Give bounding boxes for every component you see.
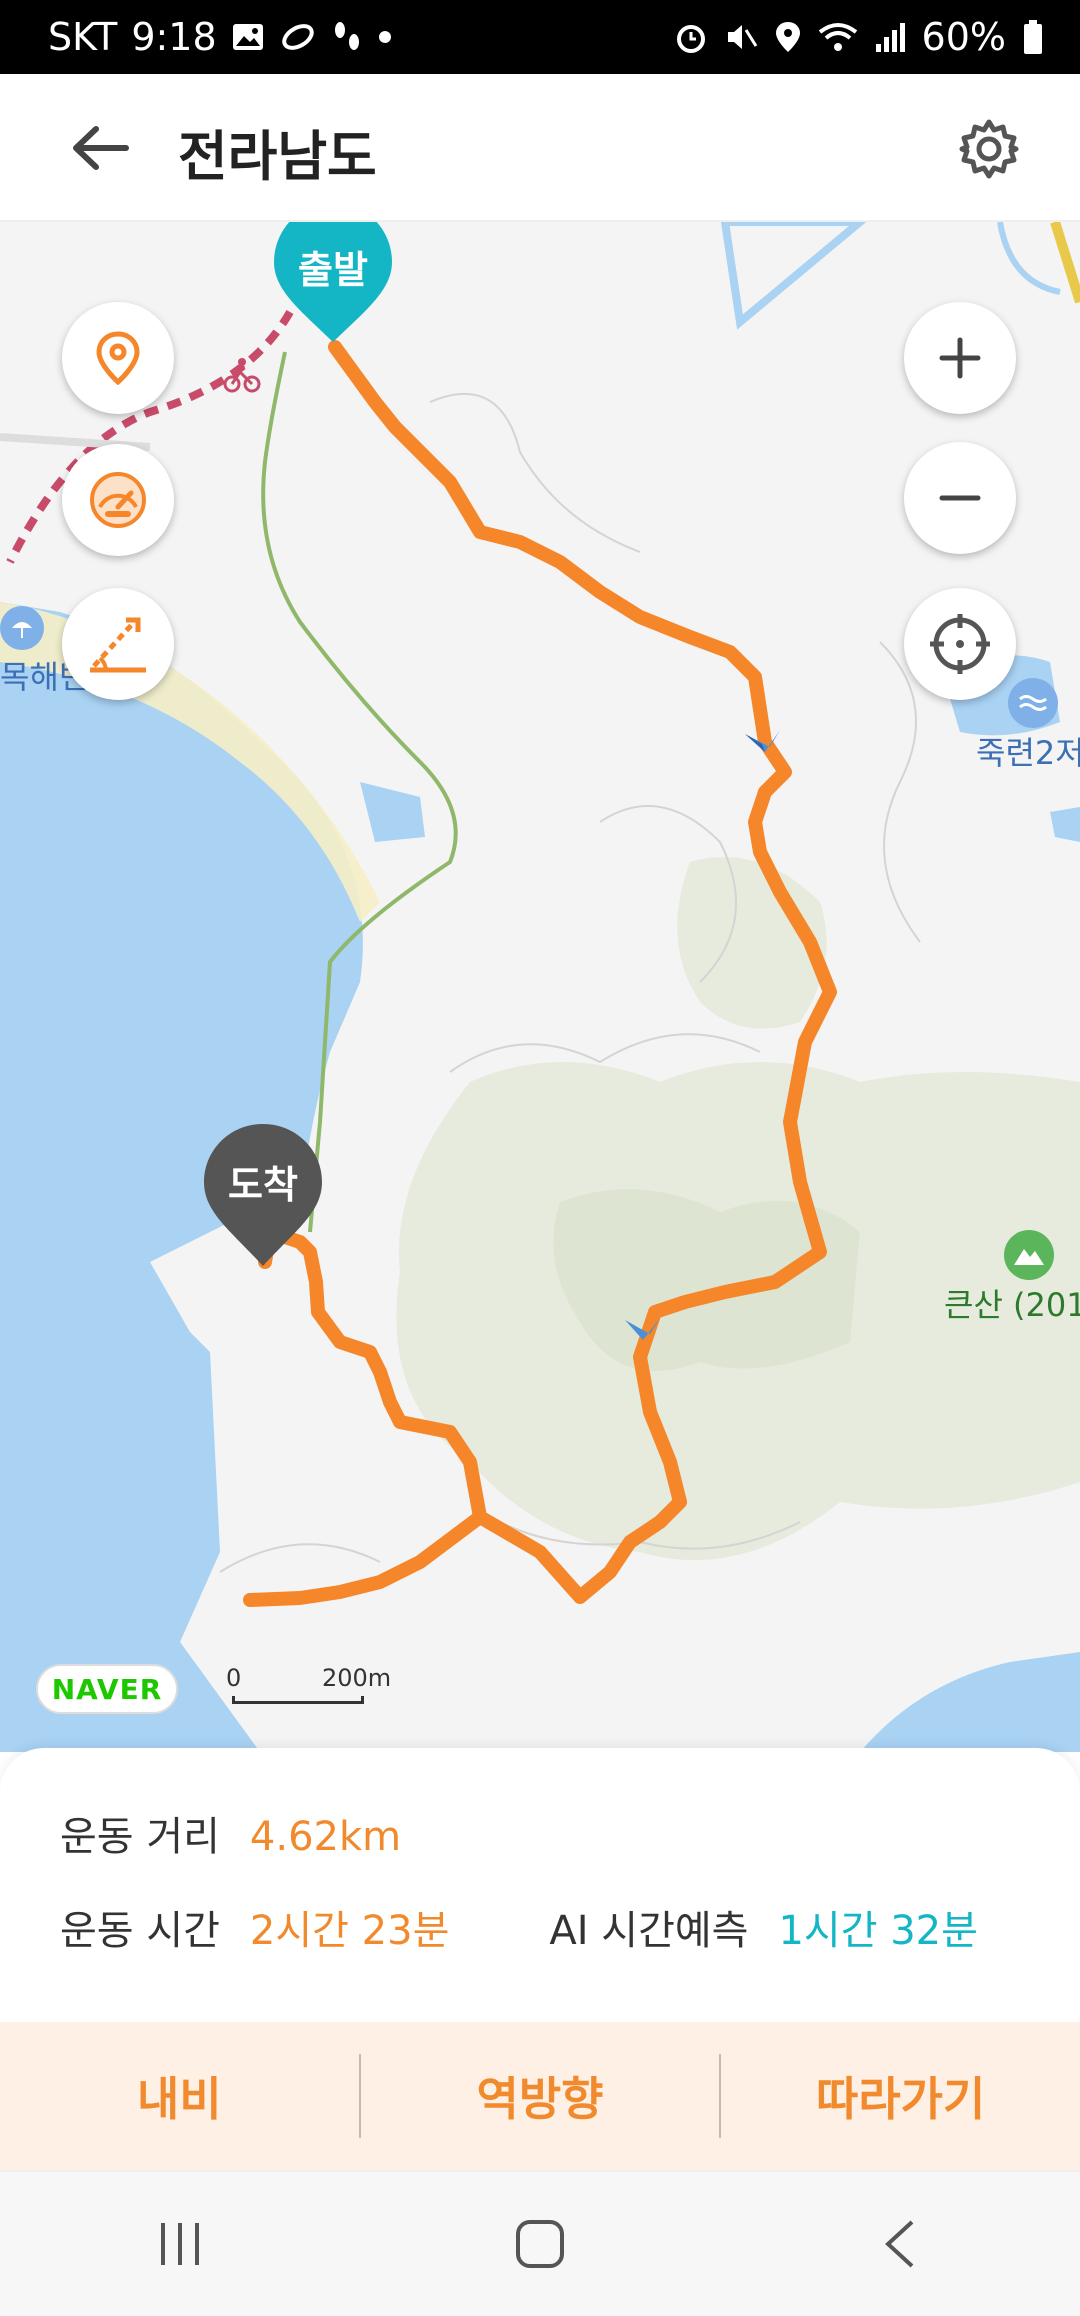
- back-button[interactable]: [62, 116, 138, 180]
- system-navigation-bar: [0, 2172, 1080, 2316]
- recent-apps-icon: [161, 2223, 199, 2265]
- minus-icon: [939, 495, 981, 501]
- system-back-button[interactable]: [840, 2194, 960, 2294]
- chevron-left-icon: [885, 2220, 914, 2268]
- footsteps-icon: [331, 20, 363, 54]
- reservoir-poi-icon[interactable]: [1008, 678, 1058, 728]
- mountain-poi-icon[interactable]: [1004, 1230, 1054, 1280]
- page-title: 전라남도: [178, 125, 377, 188]
- ai-estimate-value: 1시간 32분: [778, 1908, 978, 1954]
- gear-icon: [959, 119, 1019, 179]
- map-canvas: [0, 222, 1080, 1752]
- cyclist-icon: [222, 354, 262, 394]
- settings-button[interactable]: [954, 114, 1024, 184]
- workout-stats-panel: 운동 거리 4.62km 운동 시간 2시간 23분 AI 시간예측 1시간 3…: [0, 1748, 1080, 2022]
- action-bar: 내비 역방향 따라가기: [0, 2022, 1080, 2172]
- distance-value: 4.62km: [249, 1814, 402, 1860]
- signal-icon: [874, 20, 906, 54]
- recent-apps-button[interactable]: [120, 2194, 240, 2294]
- end-pin[interactable]: 도착: [204, 1124, 322, 1266]
- map-scale: 0 200m: [226, 1664, 391, 1710]
- home-button[interactable]: [480, 2194, 600, 2294]
- battery-icon: [1022, 19, 1044, 55]
- distance-label: 운동 거리: [60, 1814, 220, 1860]
- elevation-icon: [90, 617, 146, 673]
- time-label: 운동 시간: [60, 1908, 220, 1954]
- clock: 9:18: [131, 15, 217, 59]
- elevation-button[interactable]: [62, 588, 174, 700]
- location-button[interactable]: [62, 302, 174, 414]
- speedometer-icon: [90, 472, 146, 528]
- app-header: 전라남도: [0, 74, 1080, 222]
- location-pin-icon: [96, 331, 140, 385]
- gallery-icon: [231, 22, 265, 52]
- ai-estimate-label: AI 시간예측: [549, 1908, 749, 1954]
- recenter-button[interactable]: [904, 588, 1016, 700]
- gps-icon: [774, 20, 802, 54]
- battery-percent: 60%: [921, 15, 1006, 59]
- wifi-icon: [818, 20, 858, 54]
- alarm-icon: [674, 20, 708, 54]
- route-map[interactable]: 출발 도착 목해변 죽련2저 큰산 (201m: [0, 222, 1080, 1752]
- home-icon: [516, 2220, 564, 2268]
- zoom-out-button[interactable]: [904, 442, 1016, 554]
- carrier-label: SKT: [48, 15, 118, 59]
- arrow-left-icon: [73, 126, 129, 170]
- mute-icon: [724, 20, 758, 54]
- follow-button[interactable]: 따라가기: [721, 2021, 1080, 2171]
- scale-zero: 0: [226, 1664, 242, 1692]
- naver-logo: NAVER: [36, 1664, 178, 1714]
- scale-line: [232, 1696, 364, 1704]
- reservoir-poi-label: 죽련2저: [976, 734, 1080, 772]
- end-pin-label: 도착: [228, 1162, 298, 1207]
- reverse-button[interactable]: 역방향: [361, 2021, 720, 2171]
- shoe-icon: [279, 20, 317, 54]
- start-pin-label: 출발: [298, 247, 368, 292]
- distance-row: 운동 거리 4.62km: [60, 1804, 401, 1862]
- zoom-in-button[interactable]: [904, 302, 1016, 414]
- mountain-poi-label: 큰산 (201m: [944, 1286, 1080, 1324]
- plus-icon: [939, 337, 981, 379]
- time-row: 운동 시간 2시간 23분 AI 시간예측 1시간 32분: [60, 1898, 978, 1956]
- status-bar: SKT 9:18 60%: [0, 0, 1080, 74]
- speed-button[interactable]: [62, 444, 174, 556]
- navi-button[interactable]: 내비: [0, 2021, 359, 2171]
- start-pin[interactable]: 출발: [274, 222, 392, 342]
- scale-distance: 200m: [322, 1664, 392, 1692]
- beach-poi-icon[interactable]: [0, 606, 44, 650]
- time-value: 2시간 23분: [249, 1908, 450, 1954]
- dot-icon: [377, 29, 393, 45]
- crosshair-icon: [930, 614, 990, 674]
